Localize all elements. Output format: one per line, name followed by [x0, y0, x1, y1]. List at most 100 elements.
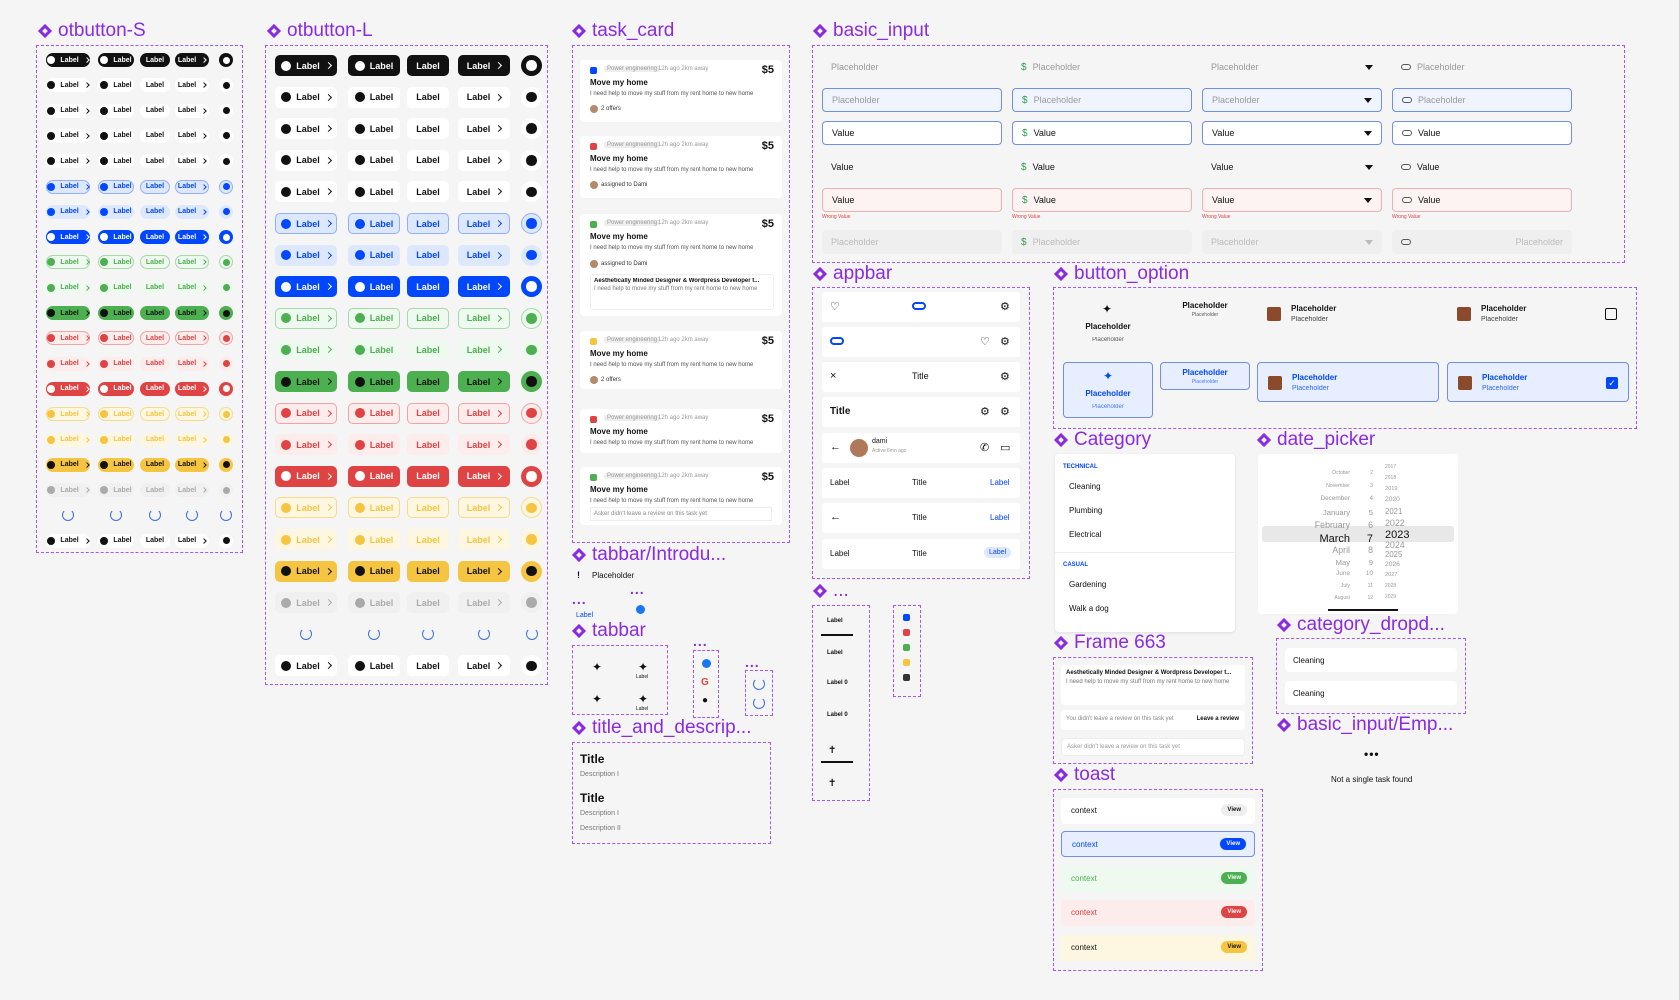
year-item[interactable]: 2028	[1385, 583, 1396, 589]
category-title: Category	[1054, 429, 1151, 451]
day-item[interactable]: 4	[1355, 495, 1373, 502]
appbar-frame	[812, 287, 1030, 579]
component-icon	[1054, 636, 1068, 650]
year-item[interactable]: 2025	[1385, 550, 1402, 559]
year-item[interactable]: 2029	[1385, 594, 1396, 600]
year-item[interactable]: 2026	[1385, 561, 1400, 568]
more-dots: ...	[693, 633, 708, 649]
category-dropdown-title: category_dropd...	[1277, 614, 1445, 636]
frame663-title: Frame 663	[1054, 632, 1166, 654]
otbutton-s-frame	[36, 45, 243, 553]
social-icons-frame	[693, 650, 719, 718]
year-item[interactable]: 2021	[1385, 507, 1402, 516]
day-item[interactable]: 9	[1355, 558, 1373, 567]
component-icon	[1054, 768, 1068, 782]
toast-title: toast	[1054, 764, 1115, 786]
tabbar-intro-title: tabbar/Introdu...	[572, 544, 726, 566]
month-item[interactable]: April	[1258, 545, 1350, 555]
category-item[interactable]: Cleaning	[1069, 482, 1101, 491]
day-item[interactable]: 2	[1355, 470, 1373, 476]
loader-frame	[745, 670, 773, 716]
tabbar-frame	[572, 645, 668, 715]
day-item[interactable]: 3	[1355, 483, 1373, 489]
month-item[interactable]: February	[1258, 520, 1350, 530]
component-icon	[572, 624, 586, 638]
component-icon	[572, 548, 586, 562]
facebook-icon[interactable]	[636, 605, 645, 614]
category-item[interactable]: Electrical	[1069, 530, 1101, 539]
otbutton-l-title: otbutton-L	[267, 20, 373, 42]
picker-indicator	[1328, 609, 1398, 611]
month-item[interactable]: October	[1258, 470, 1350, 476]
month-item[interactable]: August	[1258, 595, 1350, 601]
otbutton-s-title: otbutton-S	[38, 20, 146, 42]
day-item[interactable]: 6	[1355, 520, 1373, 530]
button-option-title: button_option	[1054, 263, 1189, 285]
divider	[1055, 552, 1235, 553]
component-icon	[267, 24, 281, 38]
component-icon	[813, 267, 827, 281]
component-icon	[813, 584, 827, 598]
basic-input-title: basic_input	[813, 20, 929, 42]
category-item[interactable]: Gardening	[1069, 580, 1106, 589]
otbutton-l-frame	[265, 45, 548, 685]
day-item[interactable]: 10	[1355, 570, 1373, 577]
year-item[interactable]: 2017	[1385, 464, 1396, 470]
task-card-title: task_card	[572, 20, 674, 42]
month-item[interactable]: May	[1258, 558, 1350, 567]
category-item[interactable]: Plumbing	[1069, 506, 1102, 515]
month-item[interactable]: January	[1258, 508, 1350, 517]
component-icon	[1054, 267, 1068, 281]
component-icon	[1277, 618, 1291, 632]
category-menu: TECHNICAL Cleaning Plumbing Electrical CASUA…	[1055, 454, 1235, 632]
day-item[interactable]: 12	[1355, 595, 1373, 601]
alert-icon: !	[577, 570, 580, 580]
day-item[interactable]: 5	[1355, 508, 1373, 517]
more-dots: ...	[630, 581, 645, 597]
year-item[interactable]: 2024	[1385, 540, 1405, 550]
appbar-title: appbar	[813, 263, 892, 285]
component-icon	[1257, 433, 1271, 447]
date-picker-title: date_picker	[1257, 429, 1375, 451]
frame663-frame	[1053, 657, 1253, 764]
component-icon	[813, 24, 827, 38]
category-dropdown-frame	[1276, 638, 1466, 714]
button-option-frame	[1053, 287, 1637, 429]
component-icon	[1277, 718, 1291, 732]
month-item[interactable]: December	[1258, 495, 1350, 502]
component-icon	[572, 721, 586, 735]
toast-frame	[1053, 789, 1263, 971]
day-item[interactable]: 11	[1355, 583, 1373, 589]
day-item[interactable]: 7	[1355, 533, 1373, 545]
empty-dots-icon: •••	[1364, 747, 1380, 761]
more-dots: ...	[572, 591, 587, 607]
basic-input-frame	[812, 45, 1625, 263]
intro-placeholder: Placeholder	[592, 571, 635, 580]
year-item[interactable]: 2018	[1385, 475, 1396, 481]
empty-text: Not a single task found	[1331, 775, 1413, 784]
year-item[interactable]: 2027	[1385, 572, 1397, 578]
month-item[interactable]: July	[1258, 583, 1350, 589]
task-card-frame	[572, 45, 790, 543]
title-desc-title: title_and_descrip...	[572, 717, 752, 739]
category-group-label: TECHNICAL	[1063, 464, 1098, 470]
more-title: ...	[813, 580, 849, 602]
day-item[interactable]: 8	[1355, 545, 1373, 555]
tab-label[interactable]: Label	[576, 612, 593, 619]
category-group-label: CASUAL	[1063, 562, 1088, 568]
date-picker[interactable]: October 2 November 3 December 4 January 5 Februa…	[1258, 454, 1458, 614]
month-item[interactable]: March	[1258, 533, 1350, 545]
tabs-frame	[812, 605, 870, 801]
year-item[interactable]: 2022	[1385, 518, 1405, 528]
year-item[interactable]: 2020	[1385, 496, 1400, 503]
year-item[interactable]: 2019	[1385, 486, 1397, 492]
month-item[interactable]: November	[1258, 483, 1350, 489]
title-desc-frame	[572, 742, 771, 844]
month-item[interactable]: June	[1258, 570, 1350, 577]
more-dots: ...	[745, 654, 760, 670]
basic-input-empty-title: basic_input/Emp...	[1277, 714, 1453, 736]
category-item[interactable]: Walk a dog	[1069, 604, 1109, 613]
component-icon	[572, 24, 586, 38]
dots-frame	[893, 605, 921, 697]
component-icon	[38, 24, 52, 38]
